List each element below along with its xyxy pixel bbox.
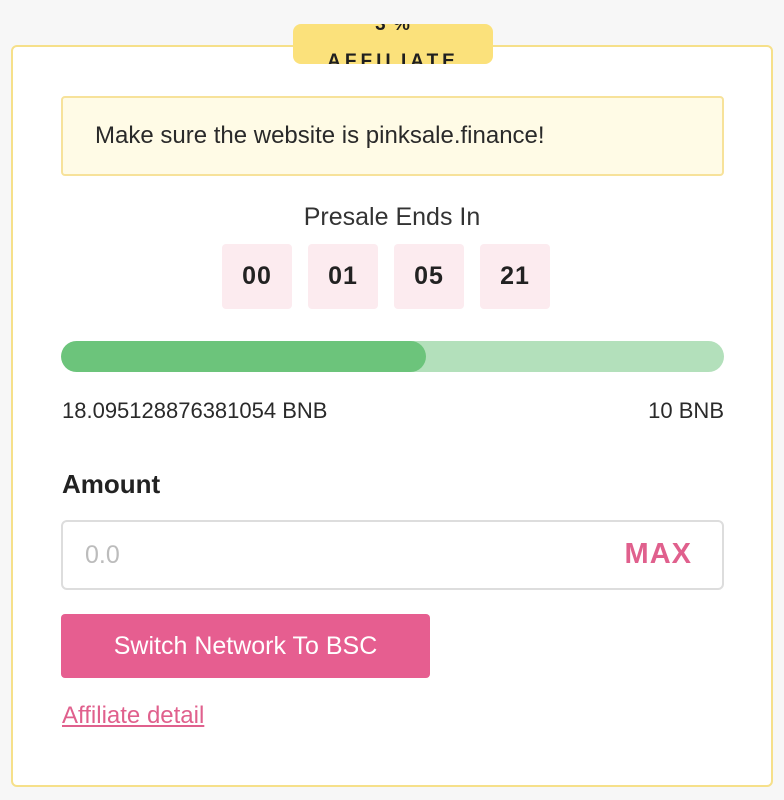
affiliate-detail-link[interactable]: Affiliate detail bbox=[62, 702, 204, 730]
progress-bar bbox=[61, 341, 724, 372]
countdown-days: 00 bbox=[222, 244, 292, 309]
affiliate-ribbon: 3 % AFFILIATE bbox=[293, 24, 493, 64]
max-button[interactable]: MAX bbox=[625, 538, 692, 571]
countdown-seconds: 21 bbox=[480, 244, 550, 309]
switch-network-button[interactable]: Switch Network To BSC bbox=[61, 614, 430, 678]
countdown-title: Presale Ends In bbox=[303, 203, 481, 231]
amount-field: MAX bbox=[61, 520, 724, 590]
affiliate-ribbon-label: AFFILIATE bbox=[327, 51, 459, 64]
notice-banner: Make sure the website is pinksale.financ… bbox=[61, 96, 724, 176]
hard-cap: 10 BNB bbox=[648, 398, 724, 423]
progress-bar-fill bbox=[61, 341, 426, 372]
amount-label: Amount bbox=[62, 469, 161, 499]
countdown-timer: 00 01 05 21 bbox=[222, 244, 550, 309]
notice-text: Make sure the website is pinksale.financ… bbox=[95, 122, 545, 149]
countdown-minutes: 05 bbox=[394, 244, 464, 309]
countdown-hours: 01 bbox=[308, 244, 378, 309]
affiliate-percent: 3 % bbox=[375, 24, 411, 35]
amount-input[interactable] bbox=[85, 522, 585, 588]
raised-amount: 18.095128876381054 BNB bbox=[62, 398, 328, 423]
